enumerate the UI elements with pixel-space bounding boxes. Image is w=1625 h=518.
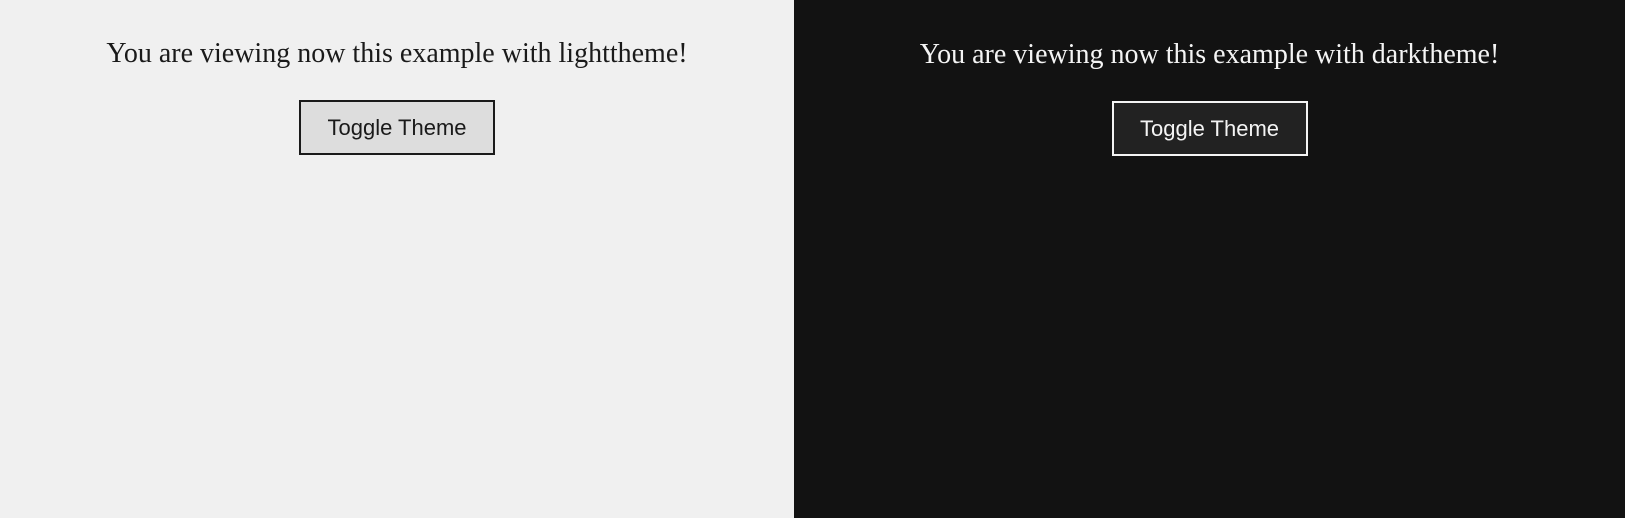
light-theme-message: You are viewing now this example with li… (106, 38, 688, 69)
light-theme-panel: You are viewing now this example with li… (0, 0, 794, 518)
dark-theme-panel: You are viewing now this example with da… (794, 0, 1625, 518)
toggle-theme-button-dark[interactable]: Toggle Theme (1111, 101, 1308, 156)
toggle-theme-button-light[interactable]: Toggle Theme (299, 100, 495, 155)
dark-theme-message: You are viewing now this example with da… (919, 39, 1500, 70)
